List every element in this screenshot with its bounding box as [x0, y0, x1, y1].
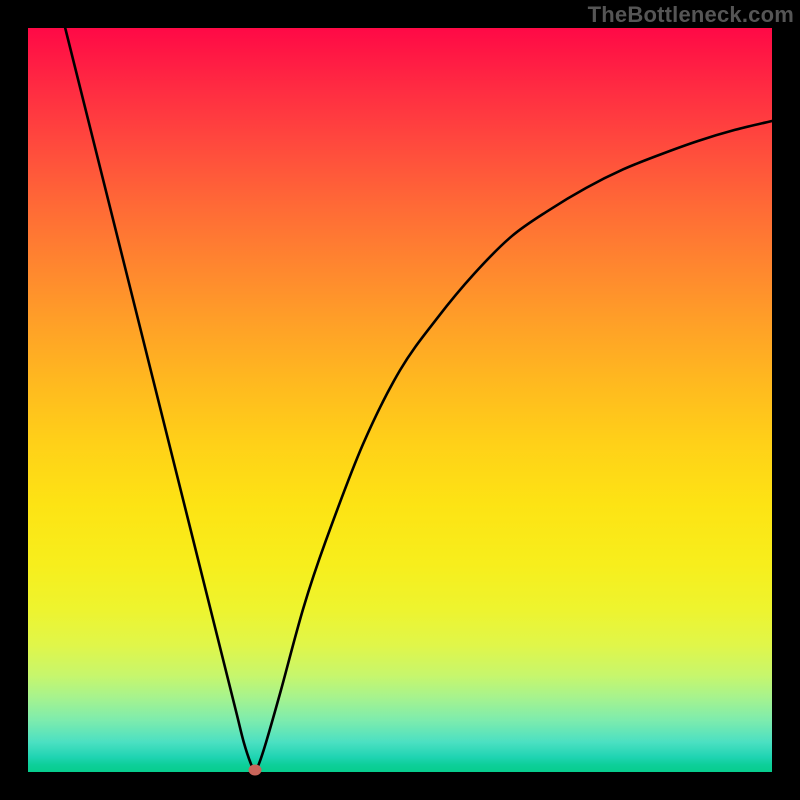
curve-svg [28, 28, 772, 772]
bottleneck-curve-path [65, 28, 772, 770]
chart-stage: TheBottleneck.com [0, 0, 800, 800]
optimal-point-marker [248, 764, 261, 775]
plot-area [28, 28, 772, 772]
watermark-text: TheBottleneck.com [588, 2, 794, 28]
